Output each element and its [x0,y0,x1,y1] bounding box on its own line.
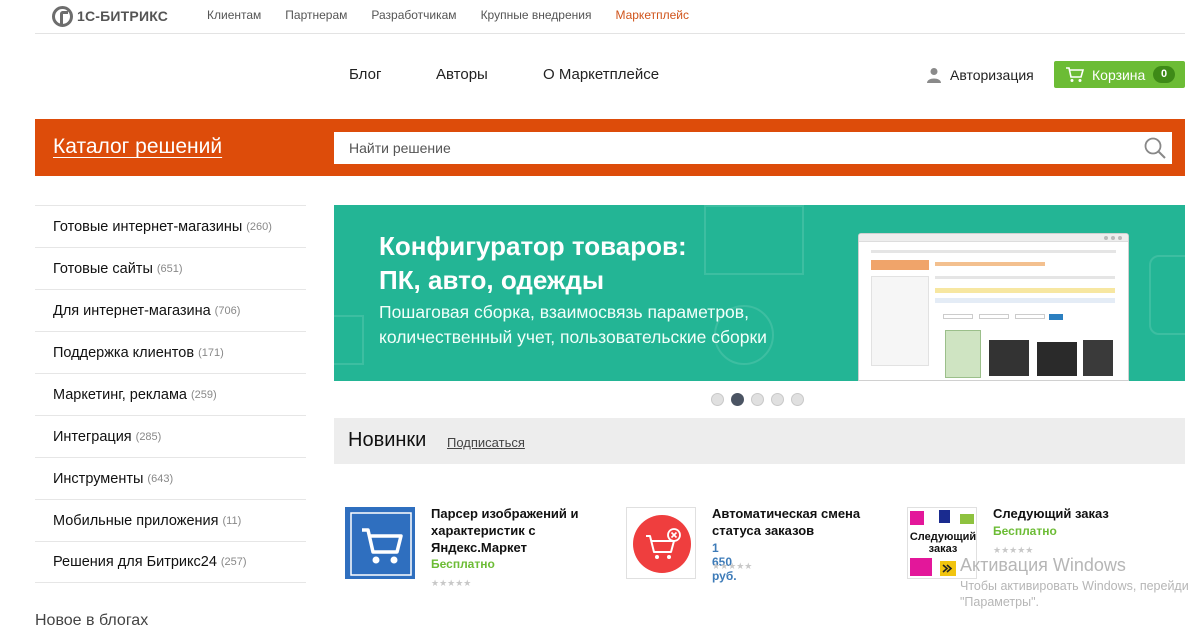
sidebar-item-integration[interactable]: Интеграция (285) [35,415,306,457]
search-icon[interactable] [1143,136,1167,160]
search-input[interactable] [334,132,1172,164]
cart-count-badge: 0 [1153,66,1175,83]
bitrix-logo[interactable]: 1С-БИТРИКС [52,5,168,27]
auth-label: Авторизация [950,67,1034,83]
sidebar-item-count: (171) [198,346,224,359]
product-name[interactable]: Следующий заказ [993,505,1163,522]
subscribe-link[interactable]: Подписаться [447,435,525,450]
sidebar-item-count: (11) [222,514,242,527]
rating-stars: ★★★★★ [431,578,472,588]
product-price: Бесплатно [993,524,1057,538]
windows-activation-watermark: Активация Windows Чтобы активировать Win… [960,555,1189,609]
cart-button[interactable]: Корзина 0 [1054,61,1185,88]
sidebar-item-ready-sites[interactable]: Готовые сайты (651) [35,247,306,289]
topnav-partners[interactable]: Партнерам [285,8,347,22]
bitrix-logo-icon [52,5,73,27]
banner-subtitle-line: количественный учет, пользовательские сб… [379,327,767,347]
sidebar-item-count: (260) [246,220,272,233]
catalog-title[interactable]: Каталог решений [53,135,222,159]
rating-stars: ★★★★★ [712,561,753,571]
banner-subtitle-line: Пошаговая сборка, взаимосвязь параметров… [379,302,749,322]
sidebar-item-label: Для интернет-магазина [53,302,211,319]
banner-decoration [704,205,804,275]
sidebar-item-label: Готовые сайты [53,260,153,277]
sidebar-item-count: (257) [220,556,247,568]
next-order-image-text: заказ [929,543,958,555]
sidebar-item-label: Инструменты [53,470,144,487]
banner-title-line: ПК, авто, одежды [379,265,605,295]
banner-dot[interactable] [751,393,764,406]
nav-blog[interactable]: Блог [349,66,381,83]
banner-pagination [711,393,811,406]
banner-dot[interactable] [711,393,724,406]
banner-title: Конфигуратор товаров: ПК, авто, одежды [379,229,687,297]
product-name[interactable]: Парсер изображений и характеристик с Янд… [431,505,601,556]
sidebar-item-support[interactable]: Поддержка клиентов (171) [35,331,306,373]
sidebar-item-label: Интеграция [53,428,132,445]
sidebar-item-count: (651) [156,262,183,275]
sidebar-item-ready-shops[interactable]: Готовые интернет-магазины (260) [35,205,306,247]
sidebar-item-count: (285) [135,430,162,443]
topnav-developers[interactable]: Разработчикам [371,8,456,22]
nav-about[interactable]: О Маркетплейсе [543,66,659,83]
watermark-line: Активация Windows [960,555,1126,575]
auth-link[interactable]: Авторизация [926,67,1034,83]
banner-subtitle: Пошаговая сборка, взаимосвязь параметров… [379,300,767,350]
top-bar: 1С-БИТРИКС Клиентам Партнерам Разработчи… [35,0,1185,34]
banner-screenshot [858,233,1129,381]
sidebar-item-count: (706) [214,304,241,317]
topnav-marketplace[interactable]: Маркетплейс [615,8,689,22]
product-image[interactable] [345,507,415,579]
search-box [334,132,1172,164]
product-name[interactable]: Автоматическая смена статуса заказов [712,505,882,539]
product-price: Бесплатно [431,557,495,571]
catalog-bar: Каталог решений [35,119,1185,176]
sidebar-item-bitrix24[interactable]: Решения для Битрикс24 (257) [35,541,306,583]
sidebar-item-tools[interactable]: Инструменты (643) [35,457,306,499]
sidebar-item-mobile[interactable]: Мобильные приложения (11) [35,499,306,541]
top-nav: Клиентам Партнерам Разработчикам Крупные… [207,8,713,22]
cart-icon [1066,66,1084,82]
banner-decoration [334,315,364,365]
sidebar-item-label: Поддержка клиентов [53,344,195,361]
sidebar-item-label: Решения для Битрикс24 [53,554,217,570]
next-order-image-text: Следующий [910,531,976,543]
banner-dot-active[interactable] [731,393,744,406]
watermark-line: Чтобы активировать Windows, перейди [960,579,1189,593]
category-sidebar: Готовые интернет-магазины (260) Готовые с… [35,205,306,583]
banner-title-line: Конфигуратор товаров: [379,231,687,261]
promo-banner[interactable]: Конфигуратор товаров: ПК, авто, одежды П… [334,205,1185,381]
product-image[interactable] [626,507,696,579]
banner-dot[interactable] [771,393,784,406]
cart-cancel-icon [633,515,691,573]
nav-authors[interactable]: Авторы [436,66,488,83]
cart-icon [350,512,412,576]
news-header: Новинки Подписаться [334,418,1185,464]
user-icon [927,68,941,83]
sidebar-item-label: Мобильные приложения [53,512,219,529]
news-title: Новинки [348,429,427,451]
logo-text: 1С-БИТРИКС [77,8,169,24]
topnav-clients[interactable]: Клиентам [207,8,261,22]
sidebar-item-label: Готовые интернет-магазины [53,218,243,235]
blog-new-heading: Новое в блогах [35,612,149,629]
sidebar-item-label: Маркетинг, реклама [53,386,187,403]
watermark-line: "Параметры". [960,595,1039,609]
topnav-enterprise[interactable]: Крупные внедрения [481,8,592,22]
sidebar-item-count: (259) [190,388,217,401]
sidebar-item-marketing[interactable]: Маркетинг, реклама (259) [35,373,306,415]
sidebar-item-count: (643) [147,472,174,485]
banner-decoration [1149,255,1185,335]
sidebar-item-for-shops[interactable]: Для интернет-магазина (706) [35,289,306,331]
cart-label: Корзина [1092,66,1146,83]
banner-dot[interactable] [791,393,804,406]
